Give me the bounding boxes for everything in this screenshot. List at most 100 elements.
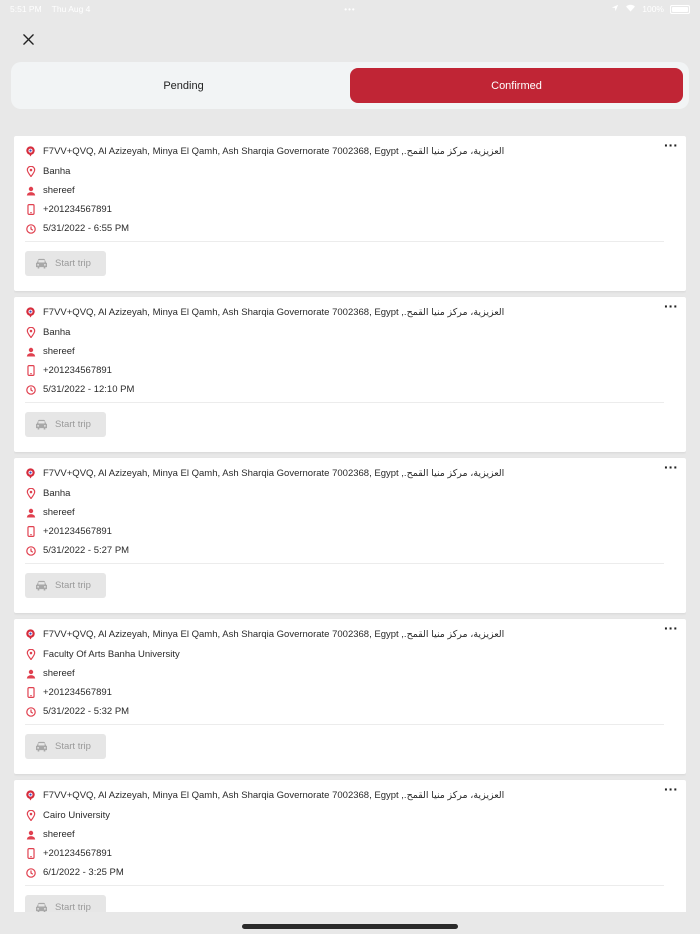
name-row: shereef: [25, 507, 75, 518]
car-icon: [36, 419, 47, 430]
trip-card: ··· F7VV+QVQ, Al Azizeyah, Minya El Qamh…: [14, 780, 686, 912]
trip-datetime: 5/31/2022 - 6:55 PM: [43, 223, 130, 234]
destination-label: Banha: [43, 488, 71, 499]
phone-icon: [25, 687, 36, 698]
trip-datetime: 6/1/2022 - 3:25 PM: [43, 867, 124, 878]
destination-row: Banha: [25, 488, 70, 499]
destination-row: Banha: [25, 327, 70, 338]
phone-number: +201234567891: [43, 365, 112, 376]
trip-card: ··· F7VV+QVQ, Al Azizeyah, Minya El Qamh…: [14, 458, 686, 613]
pickup-address: F7VV+QVQ, Al Azizeyah, Minya El Qamh, As…: [43, 468, 505, 479]
phone-row: +201234567891: [25, 365, 112, 376]
divider: [25, 724, 664, 725]
clock-icon: [25, 384, 36, 395]
location-icon: [611, 4, 619, 14]
person-icon: [25, 507, 36, 518]
time-row: 5/31/2022 - 12:10 PM: [25, 384, 134, 395]
car-icon: [36, 741, 47, 752]
start-trip-button[interactable]: Start trip: [25, 734, 106, 759]
start-trip-button[interactable]: Start trip: [25, 895, 106, 912]
pickup-marker-icon: [25, 307, 36, 318]
home-indicator[interactable]: [242, 924, 458, 929]
trip-card: ··· F7VV+QVQ, Al Azizeyah, Minya El Qamh…: [14, 619, 686, 774]
name-row: shereef: [25, 346, 75, 357]
more-options-icon[interactable]: ···: [664, 299, 678, 313]
car-icon: [36, 902, 47, 912]
destination-label: Banha: [43, 166, 71, 177]
close-icon: [22, 33, 34, 45]
pickup-marker-icon: [25, 790, 36, 801]
trip-list[interactable]: ··· F7VV+QVQ, Al Azizeyah, Minya El Qamh…: [14, 136, 686, 912]
trip-datetime: 5/31/2022 - 5:32 PM: [43, 706, 130, 717]
more-options-icon[interactable]: ···: [664, 782, 678, 796]
car-icon: [36, 580, 47, 591]
person-icon: [25, 346, 36, 357]
destination-label: Cairo University: [43, 810, 111, 821]
pickup-marker-icon: [25, 146, 36, 157]
divider: [25, 885, 664, 886]
trip-datetime: 5/31/2022 - 12:10 PM: [43, 384, 135, 395]
pickup-row: F7VV+QVQ, Al Azizeyah, Minya El Qamh, As…: [25, 629, 504, 640]
tab-confirmed[interactable]: Confirmed: [350, 68, 683, 103]
phone-icon: [25, 365, 36, 376]
start-trip-label: Start trip: [55, 580, 91, 591]
phone-icon: [25, 204, 36, 215]
start-trip-button[interactable]: Start trip: [25, 412, 106, 437]
clock-icon: [25, 545, 36, 556]
phone-number: +201234567891: [43, 687, 112, 698]
customer-name: shereef: [43, 668, 75, 679]
battery-percent: 100%: [642, 4, 664, 14]
person-icon: [25, 185, 36, 196]
start-trip-label: Start trip: [55, 741, 91, 752]
location-pin-icon: [25, 649, 36, 660]
location-pin-icon: [25, 810, 36, 821]
clock-icon: [25, 706, 36, 717]
trip-datetime: 5/31/2022 - 5:27 PM: [43, 545, 130, 556]
tab-pending[interactable]: Pending: [17, 68, 350, 103]
time-row: 5/31/2022 - 5:27 PM: [25, 545, 129, 556]
location-pin-icon: [25, 327, 36, 338]
more-options-icon[interactable]: ···: [664, 138, 678, 152]
status-date: Thu Aug 4: [51, 4, 91, 14]
phone-icon: [25, 848, 36, 859]
customer-name: shereef: [43, 185, 75, 196]
trip-card: ··· F7VV+QVQ, Al Azizeyah, Minya El Qamh…: [14, 136, 686, 291]
customer-name: shereef: [43, 346, 75, 357]
person-icon: [25, 829, 36, 840]
more-options-icon[interactable]: ···: [664, 621, 678, 635]
phone-number: +201234567891: [43, 848, 112, 859]
phone-row: +201234567891: [25, 687, 112, 698]
start-trip-label: Start trip: [55, 419, 91, 430]
time-row: 5/31/2022 - 5:32 PM: [25, 706, 129, 717]
start-trip-button[interactable]: Start trip: [25, 251, 106, 276]
person-icon: [25, 668, 36, 679]
location-pin-icon: [25, 166, 36, 177]
status-bar: 5:51 PM Thu Aug 4 ••• 100%: [0, 0, 700, 18]
clock-icon: [25, 867, 36, 878]
pickup-row: F7VV+QVQ, Al Azizeyah, Minya El Qamh, As…: [25, 307, 504, 318]
phone-number: +201234567891: [43, 204, 112, 215]
destination-row: Banha: [25, 166, 70, 177]
pickup-row: F7VV+QVQ, Al Azizeyah, Minya El Qamh, As…: [25, 146, 504, 157]
more-options-icon[interactable]: ···: [664, 460, 678, 474]
pickup-address: F7VV+QVQ, Al Azizeyah, Minya El Qamh, As…: [43, 790, 505, 801]
divider: [25, 563, 664, 564]
status-time: 5:51 PM: [10, 4, 42, 14]
name-row: shereef: [25, 829, 75, 840]
start-trip-button[interactable]: Start trip: [25, 573, 106, 598]
time-row: 6/1/2022 - 3:25 PM: [25, 867, 124, 878]
pickup-marker-icon: [25, 468, 36, 479]
pickup-row: F7VV+QVQ, Al Azizeyah, Minya El Qamh, As…: [25, 468, 504, 479]
destination-row: Cairo University: [25, 810, 110, 821]
pickup-address: F7VV+QVQ, Al Azizeyah, Minya El Qamh, As…: [43, 146, 505, 157]
time-row: 5/31/2022 - 6:55 PM: [25, 223, 129, 234]
customer-name: shereef: [43, 507, 75, 518]
multitasking-dots[interactable]: •••: [344, 5, 355, 14]
start-trip-label: Start trip: [55, 258, 91, 269]
pickup-address: F7VV+QVQ, Al Azizeyah, Minya El Qamh, As…: [43, 629, 505, 640]
name-row: shereef: [25, 185, 75, 196]
divider: [25, 402, 664, 403]
close-button[interactable]: [17, 28, 39, 50]
customer-name: shereef: [43, 829, 75, 840]
name-row: shereef: [25, 668, 75, 679]
